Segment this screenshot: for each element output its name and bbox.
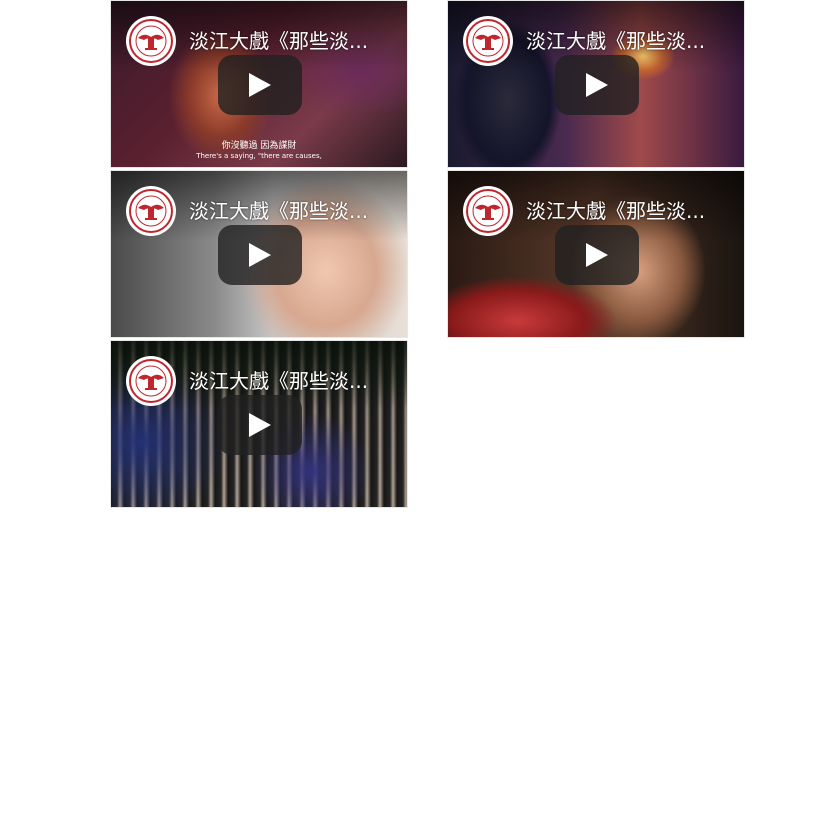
- video-title[interactable]: 淡江大戲《那些淡...: [189, 197, 394, 225]
- play-icon: [249, 413, 271, 437]
- subtitle-en: There's a saying, "there are causes,: [196, 152, 322, 160]
- video-embed-4[interactable]: 淡江大戲《那些淡...: [447, 170, 745, 338]
- play-button[interactable]: [218, 395, 302, 455]
- play-icon: [249, 73, 271, 97]
- play-button[interactable]: [218, 225, 302, 285]
- play-button[interactable]: [555, 55, 639, 115]
- video-embed-2[interactable]: 淡江大戲《那些淡...: [447, 0, 745, 168]
- video-embed-1[interactable]: 淡江大戲《那些淡... 你沒聽過 因為謀財 There's a saying, …: [110, 0, 408, 168]
- video-embed-5[interactable]: 淡江大戲《那些淡...: [110, 340, 408, 508]
- play-icon: [249, 243, 271, 267]
- channel-logo-icon[interactable]: [126, 16, 176, 66]
- video-grid: 淡江大戲《那些淡... 你沒聽過 因為謀財 There's a saying, …: [0, 0, 828, 838]
- play-icon: [586, 243, 608, 267]
- channel-logo-icon[interactable]: [463, 16, 513, 66]
- play-button[interactable]: [218, 55, 302, 115]
- video-title[interactable]: 淡江大戲《那些淡...: [189, 27, 394, 55]
- channel-logo-icon[interactable]: [126, 186, 176, 236]
- video-subtitle: 你沒聽過 因為謀財 There's a saying, "there are c…: [111, 141, 407, 161]
- video-title[interactable]: 淡江大戲《那些淡...: [526, 27, 731, 55]
- channel-logo-icon[interactable]: [126, 356, 176, 406]
- play-button[interactable]: [555, 225, 639, 285]
- video-embed-3[interactable]: 淡江大戲《那些淡...: [110, 170, 408, 338]
- play-icon: [586, 73, 608, 97]
- channel-logo-icon[interactable]: [463, 186, 513, 236]
- subtitle-zh: 你沒聽過 因為謀財: [221, 141, 297, 151]
- video-title[interactable]: 淡江大戲《那些淡...: [189, 367, 394, 395]
- video-title[interactable]: 淡江大戲《那些淡...: [526, 197, 731, 225]
